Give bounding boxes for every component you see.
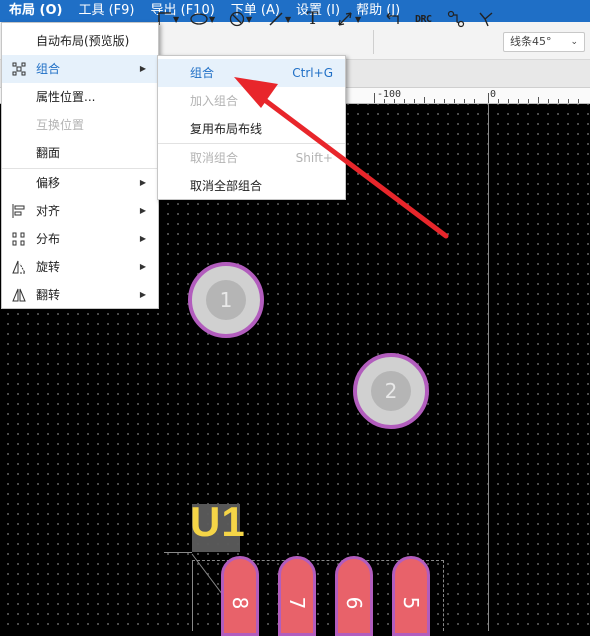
annotation-arrow: [234, 77, 449, 239]
